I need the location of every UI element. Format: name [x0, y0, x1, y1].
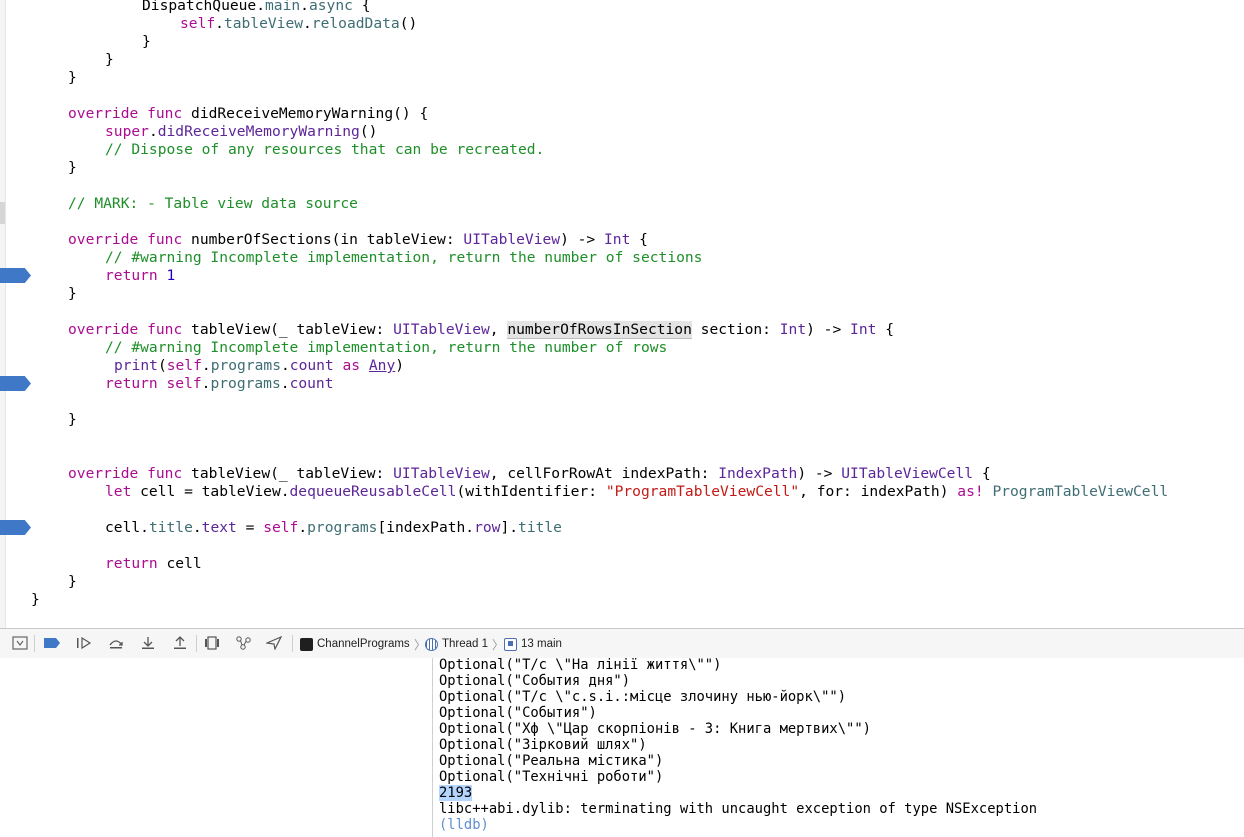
code-line[interactable]: super.didReceiveMemoryWarning(): [105, 123, 377, 141]
code-line[interactable]: override func numberOfSections(in tableV…: [68, 231, 648, 249]
console-line: Optional("Зірковий шлях"): [439, 737, 647, 753]
code-line[interactable]: }: [105, 51, 114, 69]
divider: [292, 635, 293, 652]
console-line: 2193: [439, 785, 473, 801]
code-line[interactable]: self.tableView.reloadData(): [180, 15, 417, 33]
code-line[interactable]: }: [68, 573, 77, 591]
frame-label: 13 main: [521, 638, 562, 650]
console-line: Optional("События"): [439, 705, 597, 721]
code-line[interactable]: DispatchQueue.main.async {: [142, 0, 370, 15]
step-into-icon[interactable]: [139, 635, 157, 651]
hide-debug-area-icon[interactable]: [11, 635, 29, 651]
code-line[interactable]: }: [68, 411, 77, 429]
variables-view[interactable]: [0, 658, 433, 837]
code-comment[interactable]: // #warning Incomplete implementation, r…: [105, 339, 667, 357]
code-line[interactable]: }: [68, 69, 77, 87]
scheme-label: ChannelPrograms: [317, 638, 410, 650]
code-comment[interactable]: // #warning Incomplete implementation, r…: [105, 249, 702, 267]
code-comment[interactable]: // Dispose of any resources that can be …: [105, 141, 544, 159]
console-output[interactable]: Optional("Т/с \"На лінії життя\"") Optio…: [433, 658, 1244, 837]
code-line[interactable]: }: [68, 285, 77, 303]
breadcrumb-scheme[interactable]: ChannelPrograms: [300, 636, 410, 652]
code-line[interactable]: override func tableView(_ tableView: UIT…: [68, 465, 991, 483]
breadcrumb-thread[interactable]: Thread 1: [425, 636, 488, 652]
breakpoints-toggle-icon[interactable]: [43, 635, 61, 651]
debug-toolbar: ChannelPrograms 〉 Thread 1 〉 13 main: [0, 628, 1244, 659]
memory-graph-icon[interactable]: [235, 635, 253, 651]
code-line[interactable]: }: [142, 33, 151, 51]
console-line: Optional("Хф \"Цар скорпіонів - 3: Книга…: [439, 721, 871, 737]
code-line[interactable]: cell.title.text = self.programs[indexPat…: [105, 519, 562, 537]
code-line[interactable]: print(self.programs.count as Any): [114, 357, 404, 375]
console-line: Optional("Т/с \"На лінії життя\""): [439, 658, 722, 673]
code-line[interactable]: }: [68, 159, 77, 177]
breadcrumb-frame[interactable]: 13 main: [504, 636, 562, 652]
console-line: Optional("Т/с \"c.s.i.:місце злочину нью…: [439, 689, 847, 705]
app-icon: [300, 637, 313, 651]
code-line[interactable]: return self.programs.count: [105, 375, 334, 393]
divider: [196, 635, 197, 652]
simulate-location-icon[interactable]: [265, 635, 283, 651]
code-line[interactable]: override func tableView(_ tableView: UIT…: [68, 321, 894, 339]
code-line[interactable]: }: [31, 591, 40, 609]
code-line[interactable]: override func didReceiveMemoryWarning() …: [68, 105, 428, 123]
breakpoint-icon[interactable]: [0, 268, 31, 283]
stack-frame-icon: [504, 637, 517, 651]
thread-label: Thread 1: [442, 638, 489, 650]
breadcrumb-chevron-icon: 〉: [492, 638, 505, 652]
breakpoint-icon[interactable]: [0, 520, 31, 535]
continue-icon[interactable]: [75, 635, 93, 651]
step-over-icon[interactable]: [107, 635, 125, 651]
breakpoint-icon[interactable]: [0, 376, 31, 391]
console-line: Optional("События дня"): [439, 673, 631, 689]
console-line: Optional("Реальна містика"): [439, 753, 664, 769]
divider: [34, 635, 35, 652]
thread-icon: [425, 637, 438, 651]
step-out-icon[interactable]: [171, 635, 189, 651]
code-comment[interactable]: // MARK: - Table view data source: [68, 195, 358, 213]
source-editor[interactable]: DispatchQueue.main.async { self.tableVie…: [0, 0, 1244, 628]
scroll-marker: [0, 202, 5, 224]
console-line: libc++abi.dylib: terminating with uncaug…: [439, 801, 1038, 817]
lldb-prompt[interactable]: (lldb): [439, 817, 489, 833]
code-line[interactable]: return cell: [105, 555, 202, 573]
code-line[interactable]: let cell = tableView.dequeueReusableCell…: [105, 483, 1168, 501]
view-debugger-icon[interactable]: [203, 635, 221, 651]
code-line[interactable]: return 1: [105, 267, 175, 285]
selected-text: 2193: [439, 785, 473, 801]
console-line: Optional("Технічні роботи"): [439, 769, 664, 785]
